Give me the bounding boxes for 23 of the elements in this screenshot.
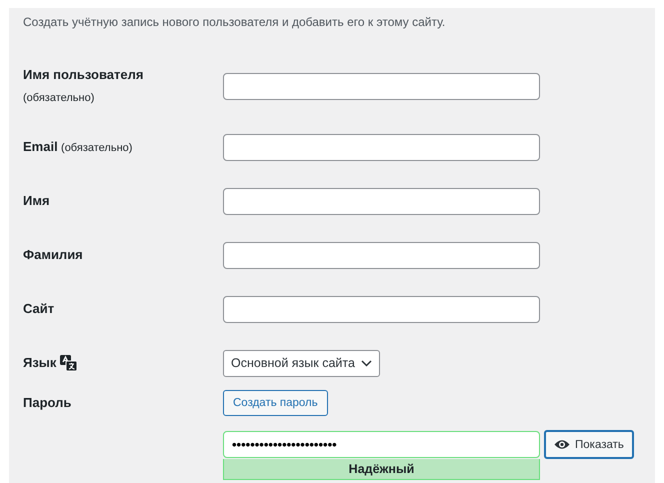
password-field[interactable]: ••••••••••••••••••••••• — [223, 431, 540, 458]
text-field[interactable] — [223, 242, 540, 268]
field-label: Email — [23, 138, 58, 154]
password-strength: Надёжный — [223, 459, 540, 480]
field-label: Фамилия — [23, 247, 83, 262]
text-field[interactable] — [223, 188, 540, 214]
required-note: (обязательно) — [23, 92, 94, 104]
text-field[interactable] — [223, 134, 540, 160]
eye-icon — [554, 439, 570, 450]
field-label: Сайт — [23, 301, 54, 316]
field-label: Пароль — [23, 395, 72, 410]
text-field[interactable] — [223, 296, 540, 322]
required-note: (обязательно) — [61, 142, 132, 154]
text-field[interactable] — [223, 72, 540, 100]
language-select[interactable]: Основной язык сайта — [223, 350, 380, 376]
field-label: Имя — [23, 193, 50, 208]
field-label: Язык — [23, 354, 56, 372]
show-password-button[interactable]: Показать — [544, 430, 634, 459]
intro-text: Создать учётную запись нового пользователя и добавить его к этому сайту. — [23, 14, 446, 30]
field-label: Имя пользователя — [23, 66, 144, 82]
chevron-down-icon — [360, 360, 372, 366]
translate-icon — [60, 355, 78, 371]
generate-password-button[interactable]: Создать пароль — [223, 390, 328, 416]
